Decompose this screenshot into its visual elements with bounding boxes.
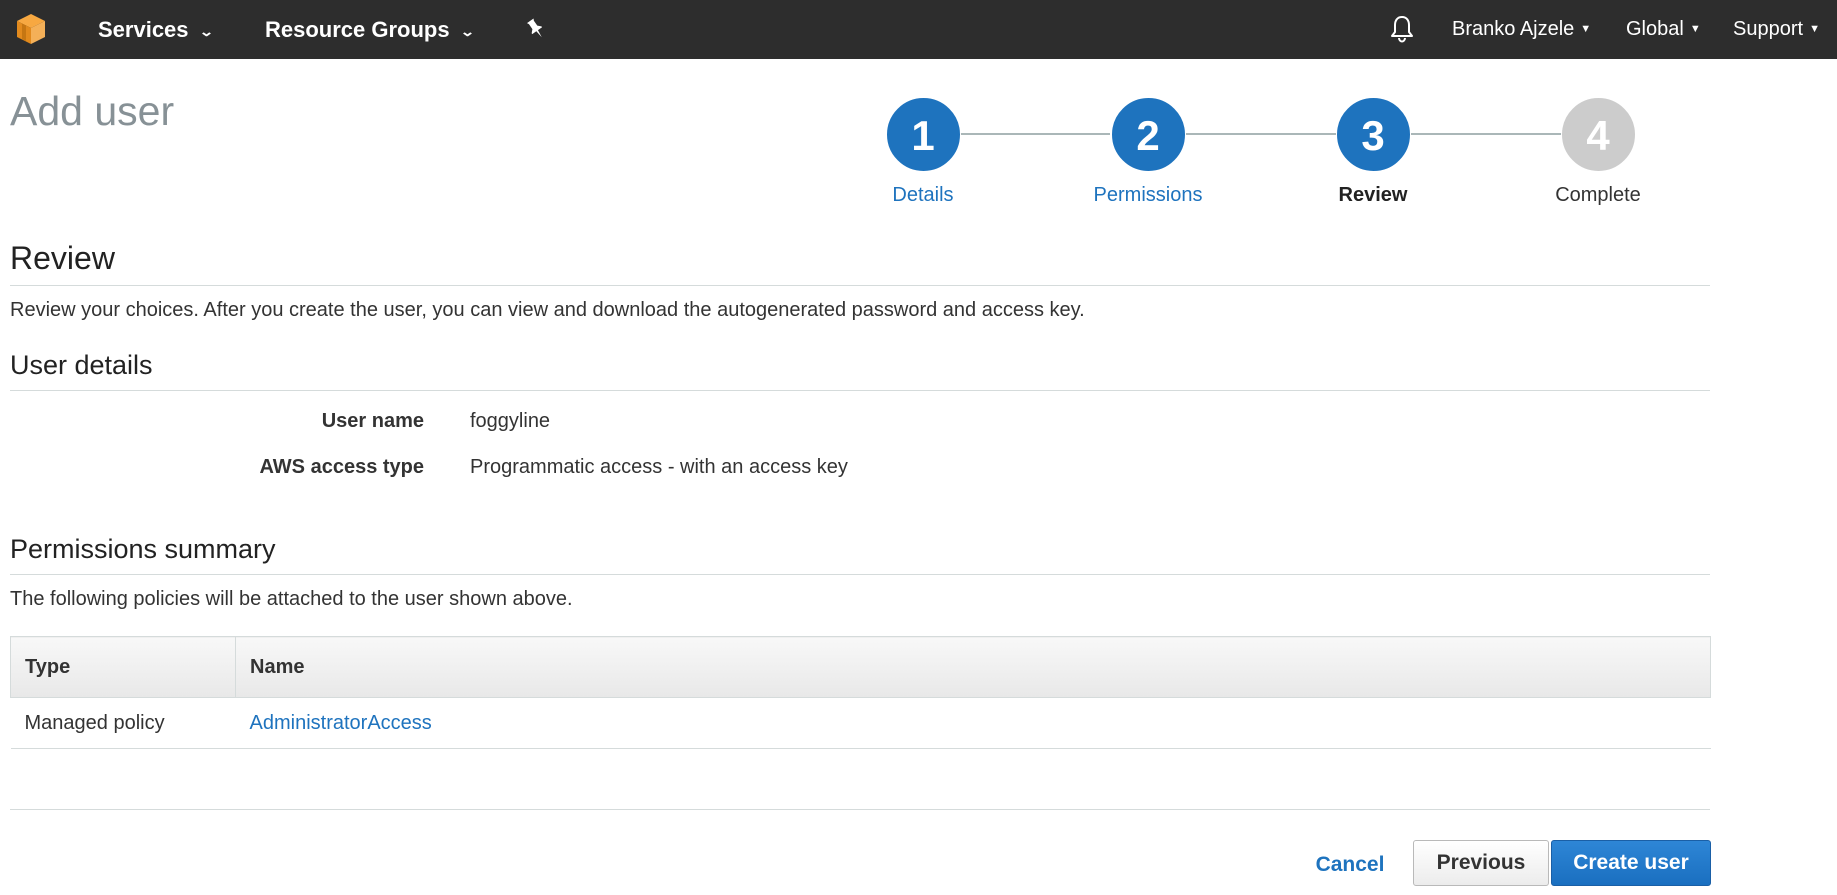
access-type-label: AWS access type <box>259 456 424 478</box>
caret-down-icon: ▼ <box>1809 23 1820 36</box>
region-menu-label: Global <box>1626 18 1684 40</box>
table-row: Managed policy AdministratorAccess <box>10 697 1711 749</box>
step-label-complete: Complete <box>1555 184 1641 206</box>
step-number-badge: 3 <box>1335 97 1411 172</box>
top-navigation-bar: Services ⌄ Resource Groups ⌄ Branko Ajzele… <box>0 0 1837 59</box>
chevron-down-icon: ⌄ <box>459 23 475 39</box>
permissions-summary-heading: Permissions summary <box>10 534 276 564</box>
step-label-review: Review <box>1338 184 1408 206</box>
caret-down-icon: ▼ <box>1580 23 1592 36</box>
access-type-value: Programmatic access - with an access key <box>470 456 848 478</box>
caret-down-icon: ▼ <box>1689 23 1701 36</box>
user-menu-label: Branko Ajzele <box>1452 18 1575 40</box>
page-title: Add user <box>10 88 175 134</box>
wizard-step-permissions[interactable]: 2 Permissions <box>1048 97 1248 207</box>
wizard-step-review: 3 Review <box>1273 97 1473 207</box>
pushpin-icon[interactable] <box>524 17 548 41</box>
step-label-permissions[interactable]: Permissions <box>1048 184 1248 207</box>
step-number-badge: 4 <box>1560 97 1636 172</box>
resource-groups-menu[interactable]: Resource Groups ⌄ <box>265 0 475 59</box>
wizard-step-complete: 4 Complete <box>1498 97 1698 207</box>
divider <box>10 390 1710 391</box>
divider <box>10 809 1710 810</box>
resource-groups-label: Resource Groups <box>265 17 450 42</box>
table-header-row: Type Name <box>10 636 1711 698</box>
previous-button[interactable]: Previous <box>1413 840 1549 886</box>
user-name-value: foggyline <box>470 410 551 432</box>
review-heading: Review <box>10 240 115 276</box>
step-number-badge: 2 <box>1110 97 1186 172</box>
user-name-label: User name <box>321 410 424 432</box>
column-header-name[interactable]: Name <box>235 636 1711 698</box>
aws-cube-icon[interactable] <box>14 12 48 46</box>
user-details-heading: User details <box>10 350 153 380</box>
services-label: Services <box>98 17 189 42</box>
support-menu[interactable]: Support ▼ <box>1733 0 1820 59</box>
region-menu[interactable]: Global ▼ <box>1626 0 1701 59</box>
bell-icon[interactable] <box>1388 14 1416 44</box>
policies-table: Type Name Managed policy AdministratorAc… <box>10 636 1711 749</box>
wizard-step-details[interactable]: 1 Details <box>823 97 1023 207</box>
support-menu-label: Support <box>1733 18 1804 40</box>
create-user-button[interactable]: Create user <box>1551 840 1711 886</box>
services-menu[interactable]: Services ⌄ <box>98 0 214 59</box>
cancel-button[interactable]: Cancel <box>1300 842 1400 887</box>
step-label-details[interactable]: Details <box>823 184 1023 207</box>
divider <box>10 574 1710 575</box>
divider <box>10 285 1710 286</box>
column-header-type[interactable]: Type <box>10 636 236 698</box>
policy-link[interactable]: AdministratorAccess <box>250 712 432 734</box>
step-number-badge: 1 <box>885 97 961 172</box>
user-menu[interactable]: Branko Ajzele ▼ <box>1452 0 1591 59</box>
policy-type-cell: Managed policy <box>10 697 236 749</box>
review-description: Review your choices. After you create th… <box>10 299 1085 321</box>
policy-name-cell: AdministratorAccess <box>235 697 1711 749</box>
chevron-down-icon: ⌄ <box>198 23 214 39</box>
permissions-description: The following policies will be attached … <box>10 588 573 610</box>
